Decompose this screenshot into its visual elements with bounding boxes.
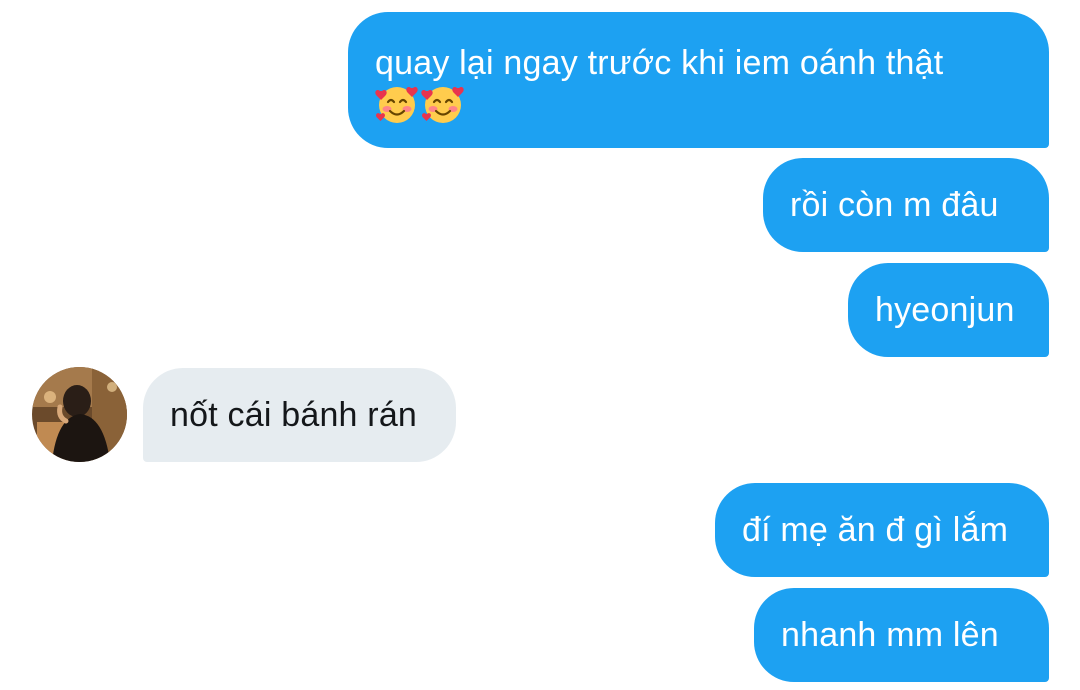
sent-message-bubble[interactable]: rồi còn m đâu bbox=[763, 158, 1049, 252]
message-text: quay lại ngay trước khi iem oánh thật bbox=[375, 44, 944, 82]
emoji-row bbox=[375, 82, 1022, 126]
sent-message-bubble[interactable]: nhanh mm lên bbox=[754, 588, 1049, 682]
sent-message-bubble[interactable]: quay lại ngay trước khi iem oánh thật bbox=[348, 12, 1049, 148]
message-text: rồi còn m đâu bbox=[790, 186, 999, 224]
smiling-face-with-hearts-icon bbox=[421, 86, 464, 123]
message-text: hyeonjun bbox=[875, 291, 1015, 329]
message-text: đí mẹ ăn đ gì lắm bbox=[742, 511, 1009, 549]
chat-conversation: quay lại ngay trước khi iem oánh thật rồ… bbox=[0, 0, 1080, 690]
sent-message-bubble[interactable]: hyeonjun bbox=[848, 263, 1049, 357]
message-text: nốt cái bánh rán bbox=[170, 396, 418, 434]
smiling-face-with-hearts-icon bbox=[375, 86, 418, 123]
contact-avatar[interactable] bbox=[32, 367, 127, 462]
sent-message-bubble[interactable]: đí mẹ ăn đ gì lắm bbox=[715, 483, 1049, 577]
message-text: nhanh mm lên bbox=[781, 616, 999, 654]
avatar-photo bbox=[32, 367, 127, 462]
received-message-bubble[interactable]: nốt cái bánh rán bbox=[143, 368, 456, 462]
